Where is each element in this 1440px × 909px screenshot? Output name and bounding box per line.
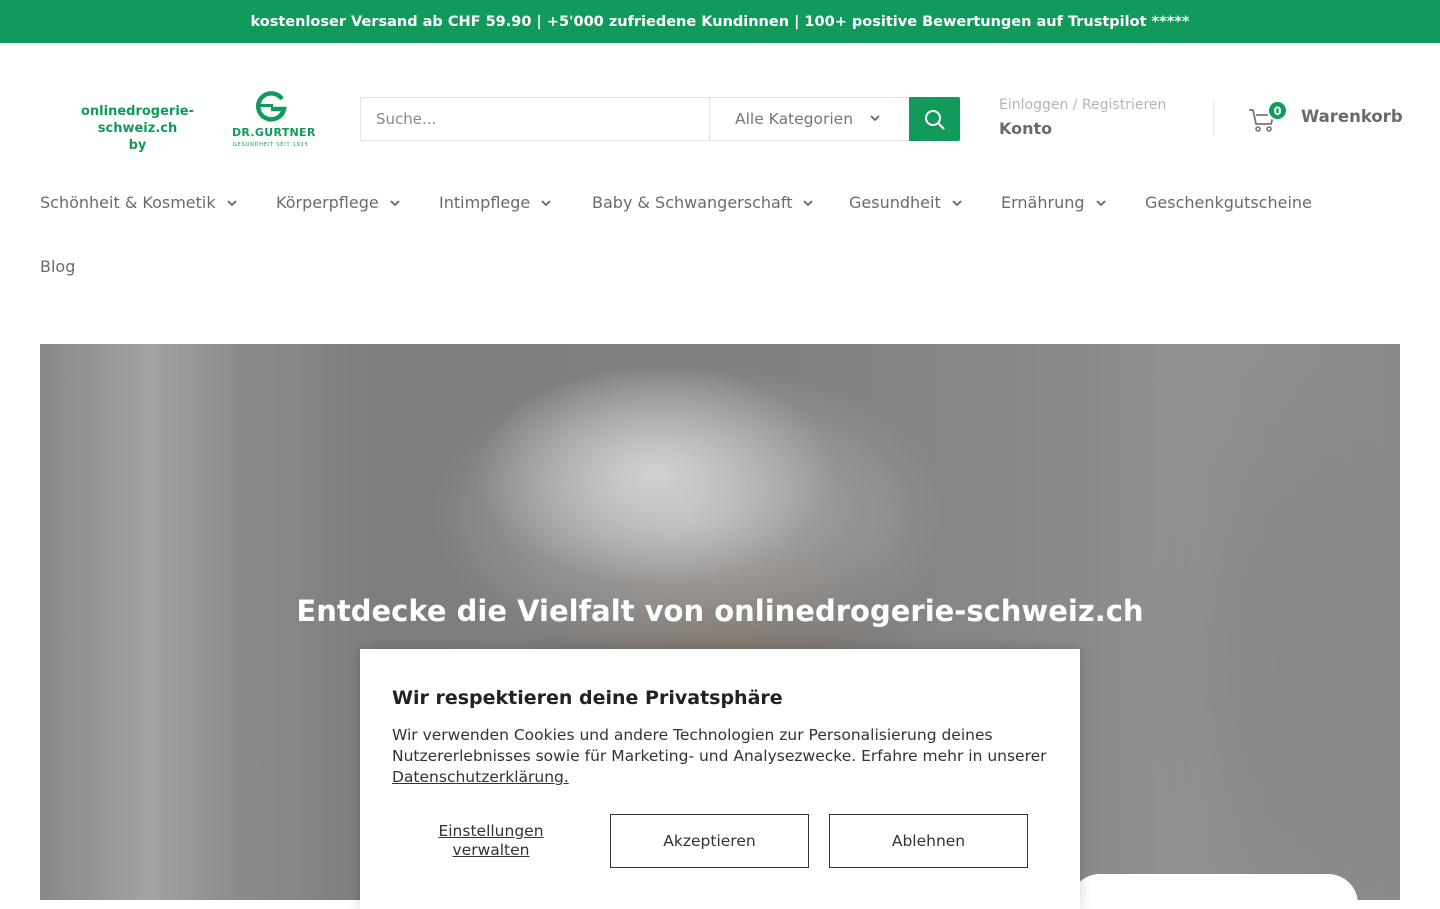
search-input[interactable] [361, 98, 709, 140]
chevron-down-icon [870, 115, 880, 122]
cart-button[interactable]: 0 Warenkorb [1248, 100, 1403, 135]
privacy-link[interactable]: Datenschutzerklärung. [392, 768, 569, 786]
header: onlinedrogerie-schweiz.ch by DR.GURTNER … [0, 43, 1440, 193]
header-divider [1213, 101, 1214, 135]
nav-item-geschenkgutscheine[interactable]: Geschenkgutscheine [1145, 193, 1312, 212]
hero-headline: Entdecke die Vielfalt von onlinedrogerie… [296, 594, 1144, 628]
g-logo-icon [256, 91, 287, 122]
login-link[interactable]: Einloggen / Registrieren [999, 97, 1166, 113]
category-select-label: Alle Kategorien [735, 110, 854, 128]
brand-name: DR.GURTNER [232, 126, 316, 139]
cart-count-badge: 0 [1267, 100, 1288, 121]
logo[interactable]: onlinedrogerie-schweiz.ch by DR.GURTNER … [40, 91, 318, 153]
nav-item-gesundheit[interactable]: Gesundheit [849, 193, 963, 212]
announcement-text: kostenloser Versand ab CHF 59.90 | +5'00… [250, 13, 1190, 30]
chevron-down-icon [1095, 199, 1106, 206]
nav-item-blog[interactable]: Blog [40, 257, 75, 276]
search-bar: Alle Kategorien [360, 97, 960, 141]
brand-tagline: GESUNDHEIT SEIT 1915 [233, 142, 309, 148]
cookie-title: Wir respektieren deine Privatsphäre [392, 687, 783, 709]
manage-settings-button[interactable]: Einstellungen verwalten [406, 822, 576, 860]
category-select[interactable]: Alle Kategorien [709, 98, 909, 140]
chevron-down-icon [803, 199, 814, 206]
cookie-banner: Wir respektieren deine Privatsphäre Wir … [360, 649, 1080, 909]
cart-label: Warenkorb [1301, 107, 1403, 126]
cookie-text: Wir verwenden Cookies und andere Technol… [392, 726, 1047, 786]
announcement-bar: kostenloser Versand ab CHF 59.90 | +5'00… [0, 0, 1440, 43]
chevron-down-icon [226, 199, 237, 206]
nav-item-schoenheit[interactable]: Schönheit & Kosmetik [40, 193, 238, 212]
brand-logo: DR.GURTNER GESUNDHEIT SEIT 1915 [228, 91, 318, 148]
account-label[interactable]: Konto [999, 119, 1166, 138]
search-icon [925, 109, 945, 129]
logo-site-name: onlinedrogerie-schweiz.ch by [80, 104, 195, 153]
hero-pill [1070, 874, 1358, 900]
reject-button[interactable]: Ablehnen [829, 814, 1028, 868]
nav-item-baby[interactable]: Baby & Schwangerschaft [592, 193, 814, 212]
chevron-down-icon [390, 199, 400, 206]
nav-item-intimpflege[interactable]: Intimpflege [439, 193, 552, 212]
chevron-down-icon [952, 199, 962, 206]
nav-item-ernaehrung[interactable]: Ernährung [1001, 193, 1107, 212]
accept-button[interactable]: Akzeptieren [610, 814, 809, 868]
nav-item-koerperpflege[interactable]: Körperpflege [276, 193, 401, 212]
account: Einloggen / Registrieren Konto [999, 97, 1166, 138]
chevron-down-icon [541, 199, 551, 206]
search-button[interactable] [909, 97, 960, 141]
